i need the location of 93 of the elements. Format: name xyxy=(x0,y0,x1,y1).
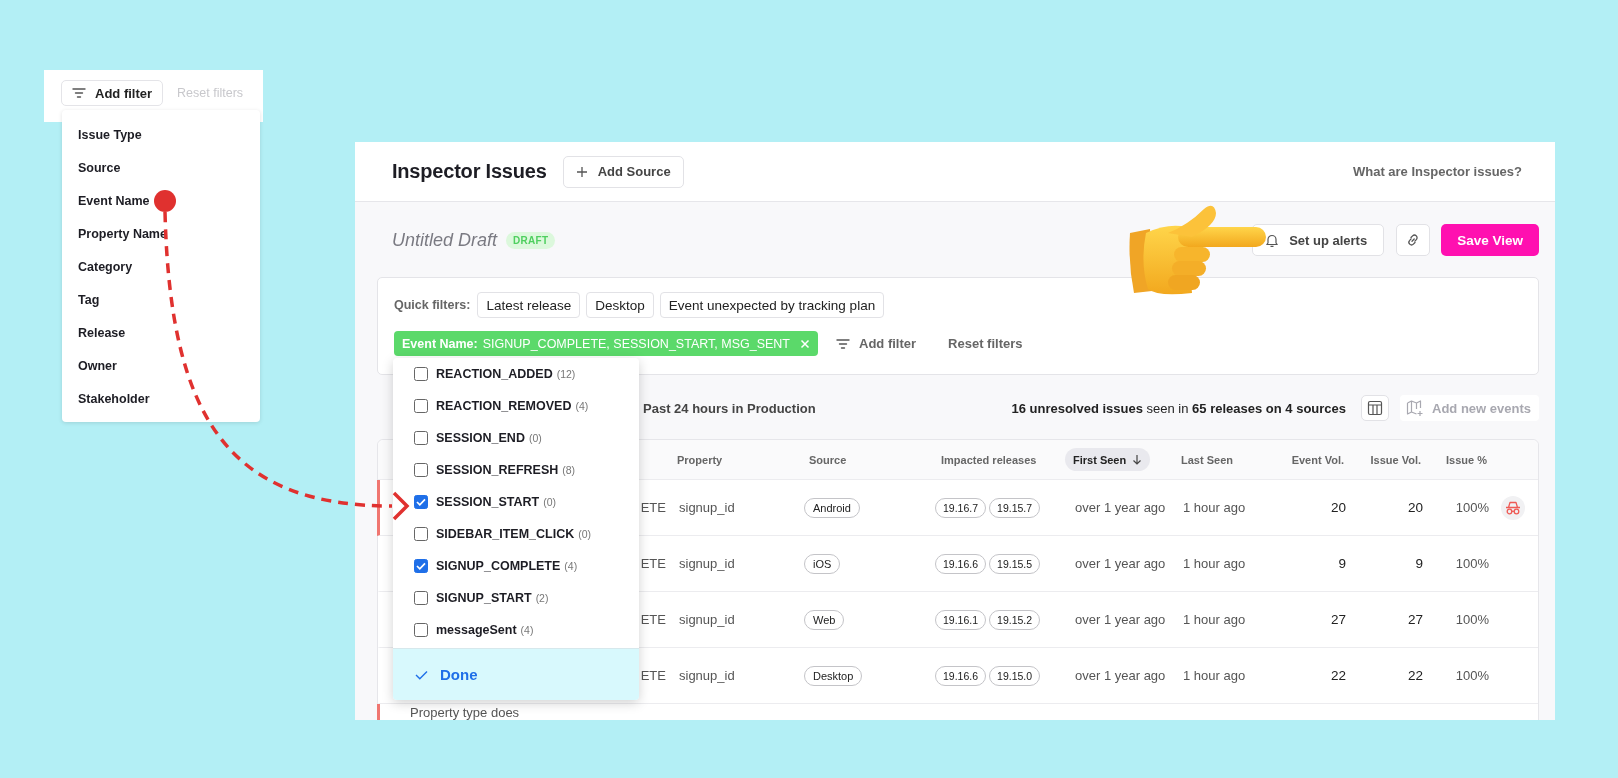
column-header[interactable]: Impacted releases xyxy=(941,453,1037,466)
issues-summary: 16 unresolved issues seen in 65 releases on 4 sources xyxy=(1011,400,1347,416)
column-header[interactable]: Issue % xyxy=(1446,453,1487,466)
column-header[interactable]: Issue Vol. xyxy=(1370,453,1421,466)
table-cell: 1 hour ago xyxy=(1183,668,1246,683)
table-cell: signup_id xyxy=(679,612,735,627)
event-option[interactable]: SIDEBAR_ITEM_CLICK (0) xyxy=(393,518,639,550)
menu-item[interactable]: Issue Type xyxy=(78,119,260,152)
checkbox[interactable] xyxy=(414,559,428,573)
table-cell: Property type does xyxy=(410,705,520,720)
plus-icon xyxy=(575,165,588,178)
quick-filters-label: Quick filters: xyxy=(394,298,471,312)
table-cell: ETE xyxy=(640,668,666,683)
table-cell: signup_id xyxy=(679,556,735,571)
check-icon xyxy=(415,669,428,680)
table-cell: 100% xyxy=(1455,500,1489,515)
menu-item[interactable]: Category xyxy=(78,251,260,284)
add-filter-button[interactable]: Add filter xyxy=(830,336,923,351)
menu-item[interactable]: Tag xyxy=(78,284,260,317)
close-icon xyxy=(800,338,810,349)
checkbox[interactable] xyxy=(414,591,428,605)
hat-glasses-icon xyxy=(1505,500,1521,515)
event-option[interactable]: SIGNUP_START (2) xyxy=(393,582,639,614)
table-cell: 27 xyxy=(1330,612,1346,627)
columns-button[interactable] xyxy=(1361,395,1390,421)
table-cell: 20 xyxy=(1407,500,1423,515)
table-cell: over 1 year ago xyxy=(1075,500,1166,515)
save-view-button[interactable]: Save View xyxy=(1441,224,1539,256)
menu-item[interactable]: Event Name xyxy=(78,185,260,218)
menu-item[interactable]: Stakeholder xyxy=(78,383,260,416)
column-header[interactable]: Source xyxy=(809,453,847,466)
checkbox[interactable] xyxy=(414,399,428,413)
table-cell: over 1 year ago xyxy=(1075,668,1166,683)
column-header[interactable]: First Seen xyxy=(1065,448,1151,471)
table-cell: over 1 year ago xyxy=(1075,556,1166,571)
bell-icon xyxy=(1265,232,1280,248)
table-icon xyxy=(1367,400,1384,416)
table-cell: 9 xyxy=(1338,556,1346,571)
event-option[interactable]: messageSent (4) xyxy=(393,614,639,646)
column-header[interactable]: Property xyxy=(677,453,723,466)
map-plus-icon xyxy=(1406,399,1425,417)
menu-item[interactable]: Owner xyxy=(78,350,260,383)
table-cell: 9 xyxy=(1415,556,1423,571)
table-cell: 1 hour ago xyxy=(1183,612,1246,627)
table-cell: 22 xyxy=(1407,668,1423,683)
quick-filter-button[interactable]: Event unexpected by tracking plan xyxy=(659,292,885,318)
table-cell: ETE xyxy=(640,556,666,571)
checkbox[interactable] xyxy=(414,463,428,477)
checkbox[interactable] xyxy=(414,367,428,381)
table-cell: 1 hour ago xyxy=(1183,556,1246,571)
quick-filter-button[interactable]: Desktop xyxy=(586,292,654,318)
copy-link-button[interactable] xyxy=(1396,224,1431,256)
time-range-label: Past 24 hours in Production xyxy=(643,400,816,416)
filter-icon xyxy=(72,87,86,99)
event-option[interactable]: SESSION_START (0) xyxy=(393,486,639,518)
table-cell: 100% xyxy=(1455,612,1489,627)
checkbox[interactable] xyxy=(414,431,428,445)
alerts-button[interactable]: Set up alerts xyxy=(1252,224,1385,256)
checkbox[interactable] xyxy=(414,623,428,637)
status-badge: DRAFT xyxy=(506,231,556,249)
event-option[interactable]: SESSION_END (0) xyxy=(393,422,639,454)
page-title: Inspector Issues xyxy=(392,160,547,183)
menu-item[interactable]: Release xyxy=(78,317,260,350)
checkbox[interactable] xyxy=(414,495,428,509)
reset-filters-button[interactable]: Reset filters xyxy=(942,336,1029,351)
column-header[interactable]: Event Vol. xyxy=(1291,453,1344,466)
table-cell: over 1 year ago xyxy=(1075,612,1166,627)
table-cell: 22 xyxy=(1330,668,1346,683)
column-header[interactable]: Last Seen xyxy=(1181,453,1233,466)
add-source-button[interactable]: Add Source xyxy=(562,155,684,188)
sort-down-icon xyxy=(1132,454,1143,465)
event-option[interactable]: SIGNUP_COMPLETE (4) xyxy=(393,550,639,582)
table-cell: 100% xyxy=(1455,556,1489,571)
table-cell: 27 xyxy=(1407,612,1423,627)
row-action-button[interactable] xyxy=(1501,495,1525,520)
help-link[interactable]: What are Inspector issues? xyxy=(1352,164,1522,179)
event-option[interactable]: REACTION_ADDED (12) xyxy=(393,358,639,390)
table-cell: ETE xyxy=(640,612,666,627)
table-cell: 100% xyxy=(1455,668,1489,683)
add-filter-button[interactable]: Add filter xyxy=(61,80,164,106)
event-option[interactable]: REACTION_REMOVED (4) xyxy=(393,390,639,422)
view-title: Untitled Draft xyxy=(392,229,498,251)
table-cell: signup_id xyxy=(679,500,735,515)
table-cell: 20 xyxy=(1330,500,1346,515)
checkbox[interactable] xyxy=(414,527,428,541)
quick-filter-button[interactable]: Latest release xyxy=(477,292,581,318)
filter-icon xyxy=(836,337,850,350)
done-button[interactable]: Done xyxy=(393,648,639,700)
menu-item[interactable]: Source xyxy=(78,152,260,185)
table-cell: 1 hour ago xyxy=(1183,500,1246,515)
table-cell: ETE xyxy=(640,500,666,515)
event-option[interactable]: SESSION_REFRESH (8) xyxy=(393,454,639,486)
table-cell: signup_id xyxy=(679,668,735,683)
